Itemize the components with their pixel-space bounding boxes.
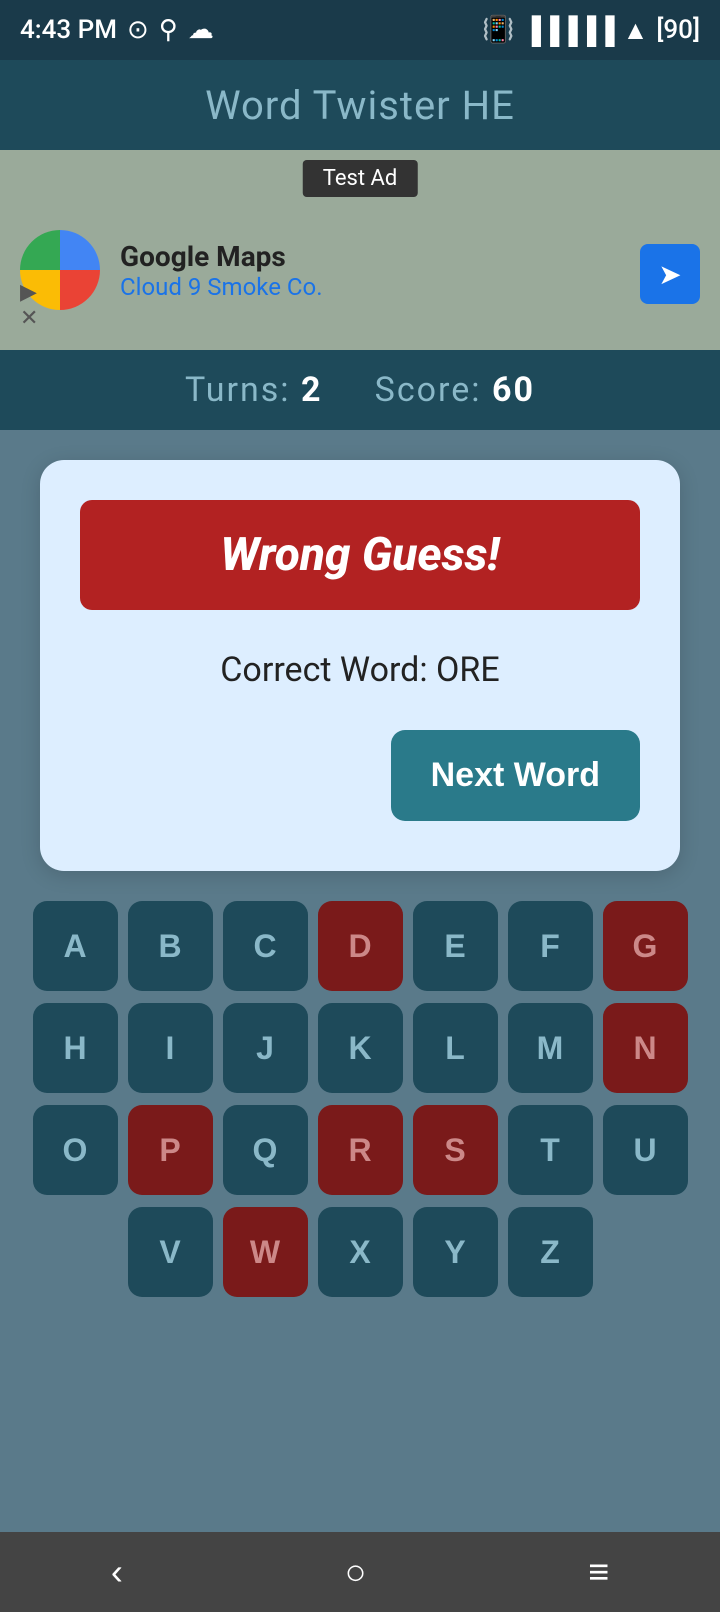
keyboard-row-3: VWXYZ xyxy=(16,1207,704,1297)
key-q[interactable]: Q xyxy=(223,1105,308,1195)
vibrate-icon: 📳 xyxy=(482,15,514,45)
keyboard-row-2: OPQRSTU xyxy=(16,1105,704,1195)
key-e[interactable]: E xyxy=(413,901,498,991)
status-left: 4:43 PM ⊙ ⚲ ☁ xyxy=(20,15,214,45)
key-r[interactable]: R xyxy=(318,1105,403,1195)
turns-value: 2 xyxy=(301,370,323,410)
key-a[interactable]: A xyxy=(33,901,118,991)
status-right: 📳 ▐▐▐▐▐ ▲ [90] xyxy=(482,15,700,46)
key-o[interactable]: O xyxy=(33,1105,118,1195)
turns-label: Turns: xyxy=(185,370,291,410)
key-m[interactable]: M xyxy=(508,1003,593,1093)
key-v[interactable]: V xyxy=(128,1207,213,1297)
title-bar: Word Twister HE xyxy=(0,60,720,150)
key-g[interactable]: G xyxy=(603,901,688,991)
ad-play-icon[interactable]: ▶ xyxy=(20,282,38,304)
key-j[interactable]: J xyxy=(223,1003,308,1093)
ad-controls[interactable]: ▶ ✕ xyxy=(20,282,38,330)
key-p[interactable]: P xyxy=(128,1105,213,1195)
key-y[interactable]: Y xyxy=(413,1207,498,1297)
key-h[interactable]: H xyxy=(33,1003,118,1093)
btn-row: Next Word xyxy=(80,730,640,821)
ad-sub-text: Cloud 9 Smoke Co. xyxy=(120,273,323,301)
key-x[interactable]: X xyxy=(318,1207,403,1297)
score-value: 60 xyxy=(492,370,535,410)
whatsapp-icon: ⊙ xyxy=(127,15,149,45)
ad-text-block: Google Maps Cloud 9 Smoke Co. xyxy=(120,240,323,301)
key-t[interactable]: T xyxy=(508,1105,593,1195)
keyboard: ABCDEFG HIJKLMN OPQRSTU VWXYZ xyxy=(16,901,704,1297)
ad-close-icon[interactable]: ✕ xyxy=(20,308,38,330)
wrong-guess-text: Wrong Guess! xyxy=(220,528,499,582)
correct-word-text: Correct Word: ORE xyxy=(80,650,640,690)
score-text: Turns: 2 Score: 60 xyxy=(185,370,535,410)
key-w[interactable]: W xyxy=(223,1207,308,1297)
next-word-button[interactable]: Next Word xyxy=(391,730,640,821)
status-bar: 4:43 PM ⊙ ⚲ ☁ 📳 ▐▐▐▐▐ ▲ [90] xyxy=(0,0,720,60)
key-d[interactable]: D xyxy=(318,901,403,991)
cloud-icon: ☁ xyxy=(188,15,214,45)
status-time: 4:43 PM xyxy=(20,15,117,45)
key-s[interactable]: S xyxy=(413,1105,498,1195)
key-k[interactable]: K xyxy=(318,1003,403,1093)
key-c[interactable]: C xyxy=(223,901,308,991)
back-button[interactable]: ‹ xyxy=(111,1551,123,1593)
key-n[interactable]: N xyxy=(603,1003,688,1093)
ad-company-name: Google Maps xyxy=(120,240,323,273)
test-ad-label: Test Ad xyxy=(303,160,418,197)
score-label: Score: xyxy=(375,370,482,410)
keyboard-row-0: ABCDEFG xyxy=(16,901,704,991)
keyboard-row-1: HIJKLMN xyxy=(16,1003,704,1093)
key-l[interactable]: L xyxy=(413,1003,498,1093)
nav-bar: ‹ ○ ≡ xyxy=(0,1532,720,1612)
menu-button[interactable]: ≡ xyxy=(588,1551,609,1593)
home-button[interactable]: ○ xyxy=(345,1551,367,1593)
key-b[interactable]: B xyxy=(128,901,213,991)
battery-icon: [90] xyxy=(656,15,700,45)
app-title: Word Twister HE xyxy=(205,82,515,129)
signal-icon: ▐▐▐▐▐ xyxy=(522,15,614,46)
usb-icon: ⚲ xyxy=(159,15,178,45)
ad-nav-icon[interactable]: ➤ xyxy=(640,244,700,304)
key-z[interactable]: Z xyxy=(508,1207,593,1297)
result-card: Wrong Guess! Correct Word: ORE Next Word xyxy=(40,460,680,871)
key-f[interactable]: F xyxy=(508,901,593,991)
wrong-guess-banner: Wrong Guess! xyxy=(80,500,640,610)
key-u[interactable]: U xyxy=(603,1105,688,1195)
key-i[interactable]: I xyxy=(128,1003,213,1093)
wifi-icon: ▲ xyxy=(623,15,649,46)
score-bar: Turns: 2 Score: 60 xyxy=(0,350,720,430)
ad-banner[interactable]: Test Ad Google Maps Cloud 9 Smoke Co. ➤ … xyxy=(0,150,720,350)
